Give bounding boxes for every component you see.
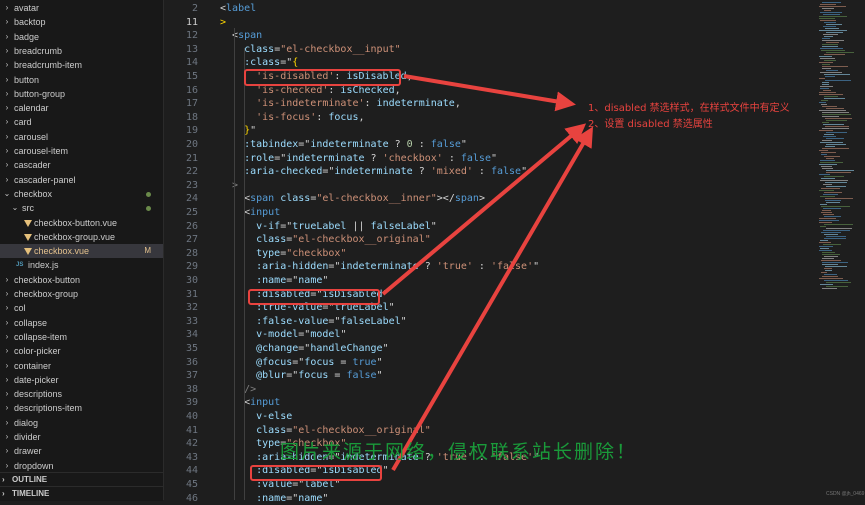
csdn-watermark: CSDN @jh_0469: [826, 491, 865, 497]
arrow-to-class: [403, 74, 576, 112]
watermark-text: 图片来源于网络，侵权联系站长删除！: [280, 441, 638, 463]
arrow-to-disabled-1: [381, 123, 587, 296]
arrow-to-disabled-2: [391, 126, 594, 472]
annotation-line-2: 2、设置 disabled 禁选属性: [588, 119, 713, 130]
annotation-text: 1、disabled 禁选样式，在样式文件中有定义 2、设置 disabled …: [588, 101, 790, 133]
annotation-arrows: [381, 74, 594, 472]
annotation-line-1: 1、disabled 禁选样式，在样式文件中有定义: [588, 103, 790, 114]
